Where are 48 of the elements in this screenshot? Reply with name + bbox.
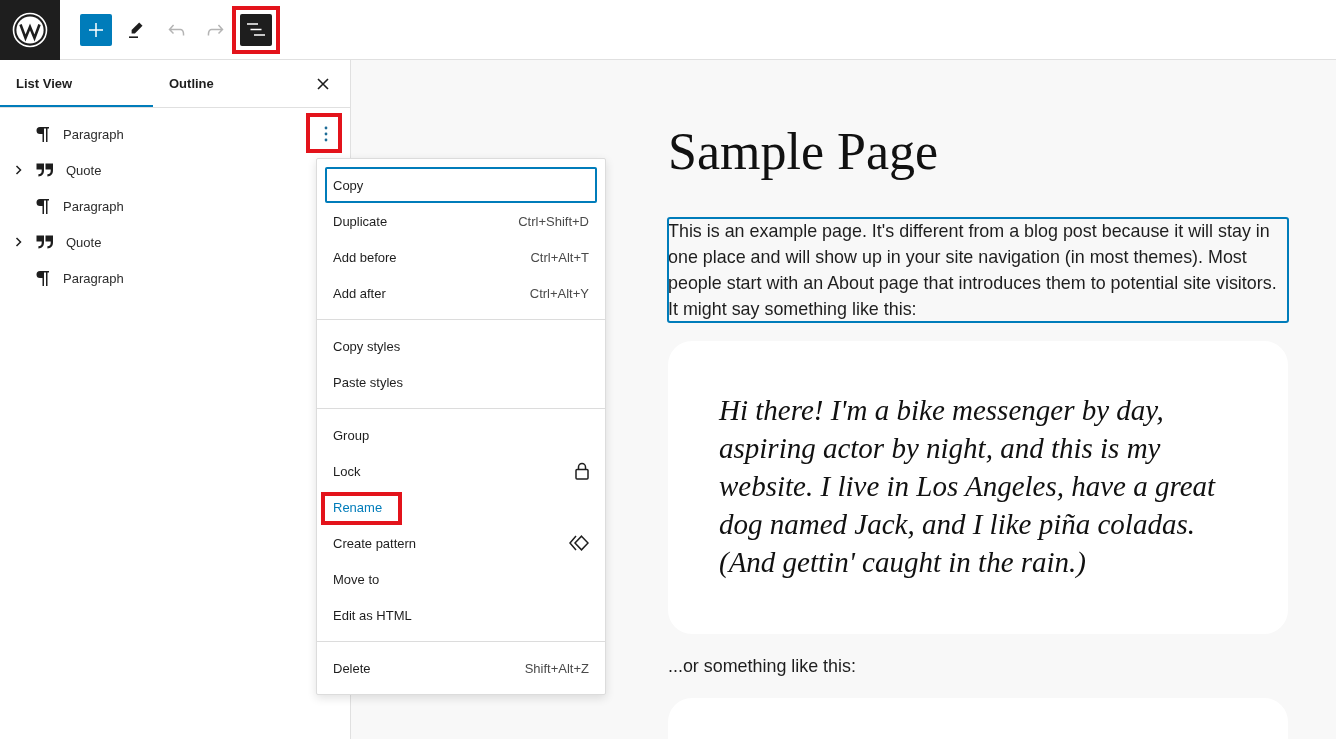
quote-icon [36, 235, 53, 249]
menu-item[interactable]: Copy [325, 167, 597, 203]
list-view-item[interactable]: Paragraph [36, 197, 124, 215]
menu-item[interactable]: Duplicate Ctrl+Shift+D [325, 203, 597, 239]
list-view-button[interactable] [240, 13, 272, 46]
pilcrow-icon [36, 269, 50, 287]
pilcrow-icon [36, 197, 50, 215]
paragraph-text: ...or something like this: [668, 655, 857, 678]
shortcut-text: Ctrl+Alt+Y [529, 285, 589, 301]
menu-item[interactable]: Paste styles [325, 364, 597, 400]
list-view-item[interactable]: Paragraph [36, 125, 124, 143]
shortcut-text: Ctrl+Alt+T [530, 249, 589, 265]
logo-icon[interactable] [12, 11, 48, 48]
list-view-item[interactable]: Quote [36, 162, 102, 178]
add-block-button[interactable] [80, 13, 112, 46]
pilcrow-icon [36, 125, 50, 143]
page-title: Sample Page [668, 122, 940, 182]
list-view-icon [247, 23, 265, 36]
sidebar-tab[interactable]: Outline [153, 60, 306, 107]
menu-item[interactable]: Copy styles [325, 328, 597, 364]
quote-text: Hi there! I'm a bike messenger by day, aspiring actor by night, and this is my website. I live in Los Angeles, have a great dog named Jack, and I like piña coladas. (And gettin' caught in the rain.) [719, 393, 1217, 580]
close-icon [317, 77, 329, 90]
pencil-icon [127, 20, 145, 39]
menu-item[interactable]: Move to [325, 561, 597, 597]
menu-item[interactable]: Rename [325, 489, 597, 525]
menu-item[interactable]: Delete Shift+Alt+Z [325, 650, 597, 686]
quote-icon [36, 163, 53, 177]
menu-item[interactable]: Create pattern [325, 525, 597, 561]
plus-icon [88, 21, 104, 38]
menu-item[interactable]: Lock [325, 453, 597, 489]
menu-item[interactable]: Add before Ctrl+Alt+T [325, 239, 597, 275]
redo-icon [207, 23, 225, 36]
more-vertical-icon [324, 126, 328, 142]
undo-icon [167, 23, 185, 36]
diamond-icon [569, 535, 589, 551]
list-view-item[interactable]: Quote [36, 234, 102, 250]
shortcut-text: Shift+Alt+Z [524, 660, 589, 676]
shortcut-text: Ctrl+Shift+D [518, 213, 589, 229]
logo-tile[interactable] [0, 0, 60, 60]
paragraph-text: This is an example page. It's different from a blog post because it will stay in one place and will show up in your site navigation (in most themes). Most people start with an About page that introduces them to potential site visitors. It might say something like this: [668, 218, 1288, 322]
chevron-icon[interactable] [14, 237, 22, 247]
menu-item[interactable]: Group [325, 417, 597, 453]
sidebar-tab[interactable]: List View [0, 60, 153, 107]
lock-icon [575, 462, 589, 480]
menu-item[interactable]: Edit as HTML [325, 597, 597, 633]
list-view-item[interactable]: Paragraph [36, 269, 124, 287]
chevron-icon[interactable] [14, 165, 22, 175]
menu-item[interactable]: Add after Ctrl+Alt+Y [325, 275, 597, 311]
